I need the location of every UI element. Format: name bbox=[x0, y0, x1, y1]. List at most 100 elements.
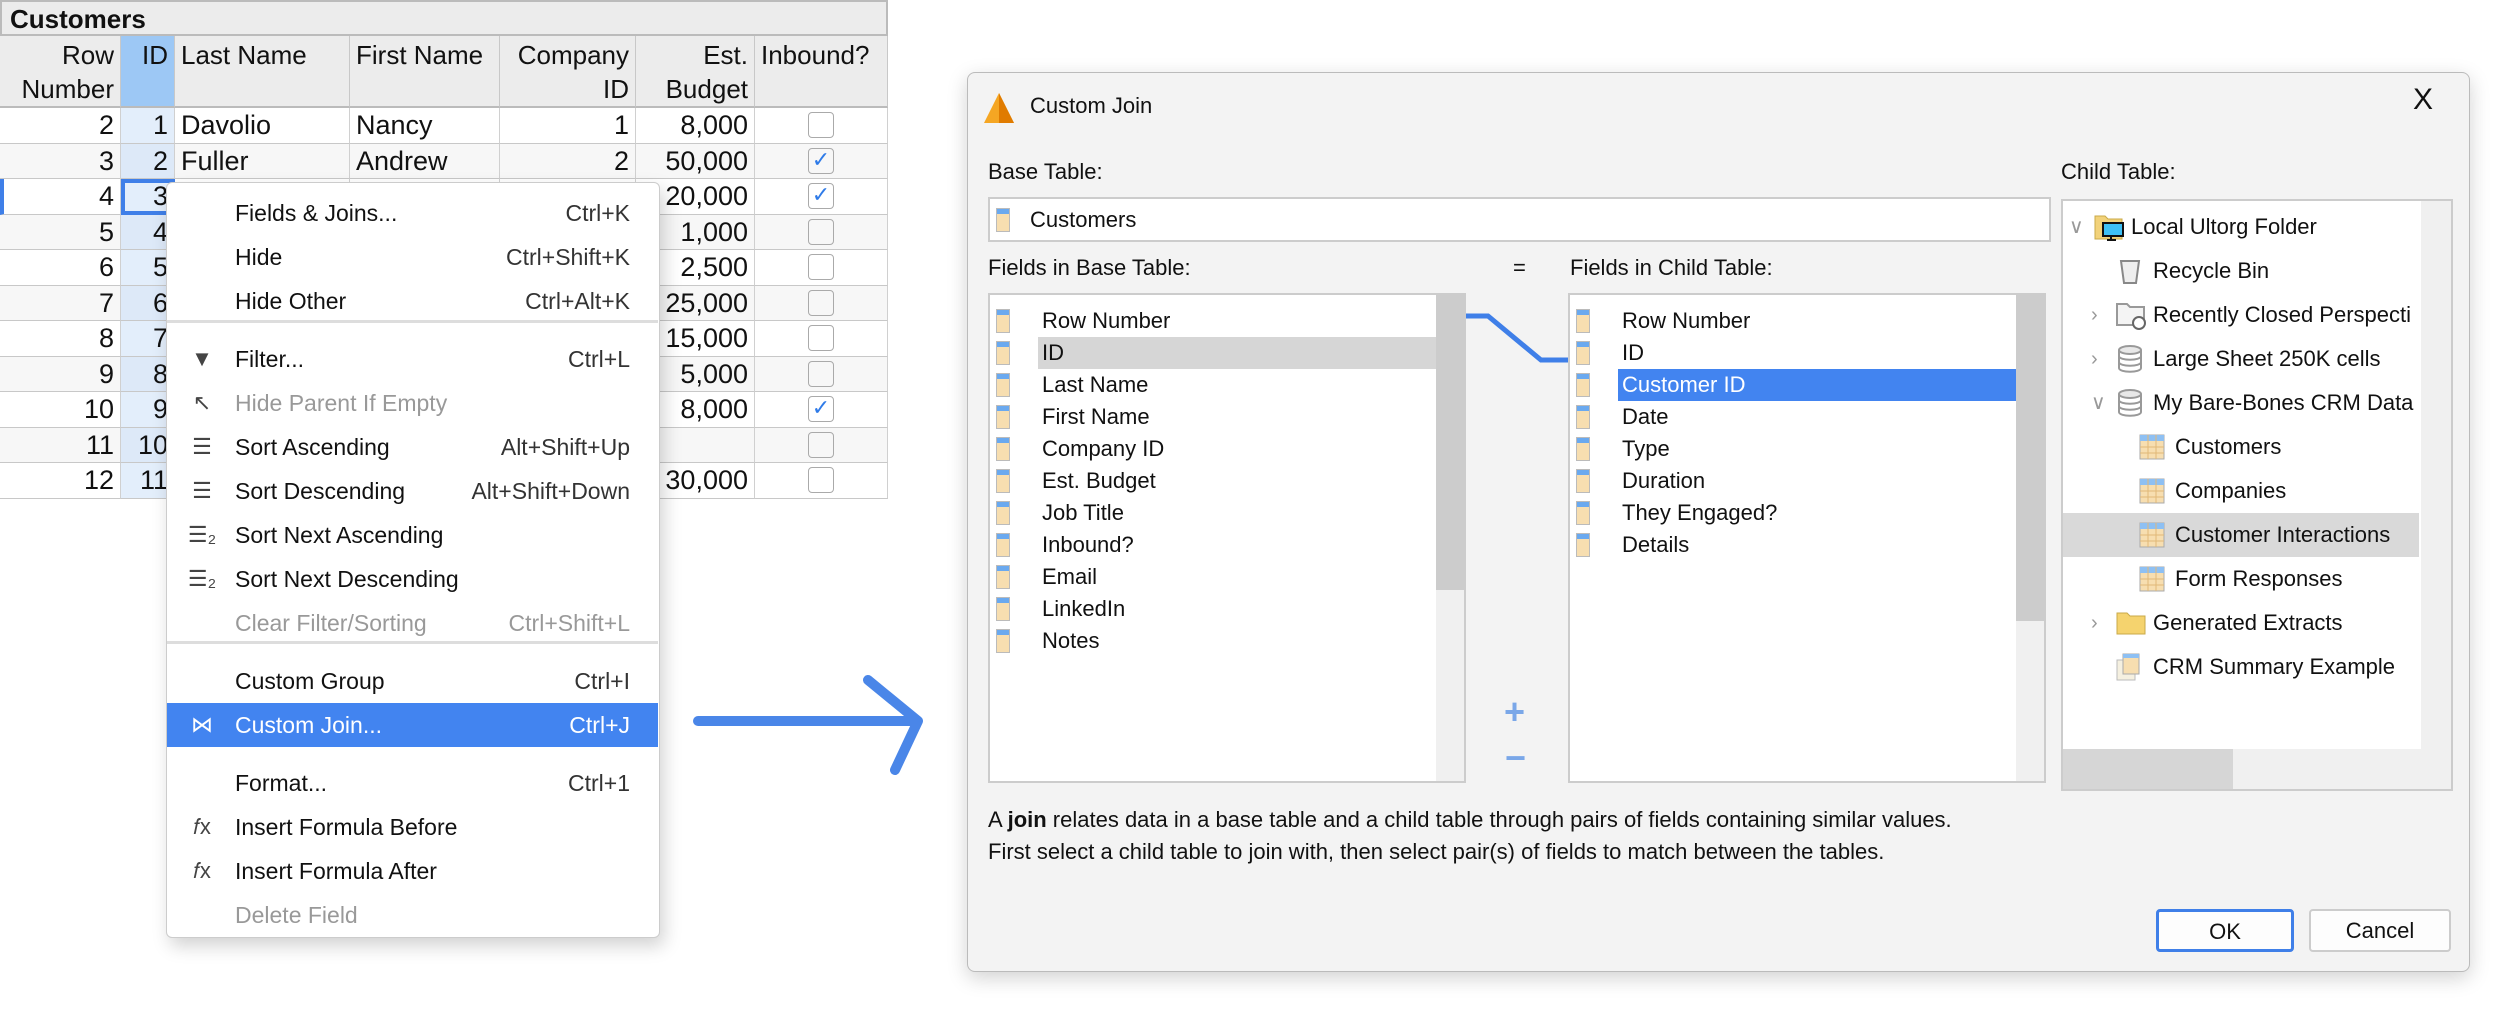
tree-item[interactable]: ∨ Local Ultorg Folder bbox=[2063, 205, 2419, 249]
field-list-item[interactable]: LinkedIn bbox=[990, 593, 1436, 625]
tree-item[interactable]: ∨ My Bare-Bones CRM Data bbox=[2063, 381, 2419, 425]
table-cell[interactable]: 1 bbox=[121, 108, 175, 144]
checkbox[interactable]: ✓ bbox=[808, 396, 834, 422]
menu-item-filter[interactable]: ▼ Filter... Ctrl+L bbox=[167, 337, 658, 381]
table-cell[interactable]: Andrew bbox=[350, 143, 500, 179]
inbound-cell[interactable]: ✓ bbox=[755, 179, 888, 215]
add-pair-button[interactable]: + bbox=[1504, 691, 1525, 733]
table-cell[interactable]: Fuller bbox=[175, 143, 350, 179]
inbound-cell[interactable] bbox=[755, 463, 888, 499]
checkbox[interactable] bbox=[808, 467, 834, 493]
tree-item[interactable]: › Large Sheet 250K cells bbox=[2063, 337, 2419, 381]
scrollbar-track[interactable] bbox=[1436, 295, 1464, 781]
table-cell[interactable]: 11 bbox=[0, 427, 121, 463]
close-button[interactable]: X bbox=[2413, 83, 2433, 117]
horizontal-scrollbar[interactable] bbox=[2063, 749, 2451, 789]
field-list-item[interactable]: Company ID bbox=[990, 433, 1436, 465]
field-list-item[interactable]: Notes bbox=[990, 625, 1436, 657]
table-cell[interactable]: 8,000 bbox=[636, 108, 755, 144]
ok-button[interactable]: OK bbox=[2156, 909, 2294, 952]
checkbox[interactable] bbox=[808, 325, 834, 351]
table-cell[interactable]: 2 bbox=[121, 143, 175, 179]
table-cell[interactable]: 50,000 bbox=[636, 143, 755, 179]
scrollbar-track[interactable] bbox=[2016, 295, 2044, 781]
checkbox[interactable] bbox=[808, 218, 834, 245]
column-header[interactable]: Est. Budget bbox=[636, 36, 755, 108]
column-header[interactable]: Inbound? bbox=[755, 36, 888, 108]
checkbox[interactable] bbox=[808, 289, 834, 316]
menu-item-sort-ascending[interactable]: ☰ Sort Ascending Alt+Shift+Up bbox=[167, 425, 658, 469]
table-cell[interactable]: 7 bbox=[0, 285, 121, 321]
field-list-item[interactable]: Email bbox=[990, 561, 1436, 593]
remove-pair-button[interactable]: − bbox=[1505, 737, 1526, 779]
menu-item-fields-joins[interactable]: Fields & Joins... Ctrl+K bbox=[167, 191, 658, 235]
table-cell[interactable]: 2 bbox=[500, 143, 636, 179]
inbound-cell[interactable] bbox=[755, 321, 888, 357]
checkbox[interactable] bbox=[808, 112, 834, 138]
child-table-tree[interactable]: CRM Summary Example › Generated Extracts Fo… bbox=[2061, 199, 2453, 791]
checkbox[interactable] bbox=[808, 254, 834, 280]
tree-item[interactable]: CRM Summary Example bbox=[2063, 645, 2419, 689]
column-header[interactable]: ID bbox=[121, 36, 175, 108]
inbound-cell[interactable] bbox=[755, 250, 888, 286]
checkbox[interactable]: ✓ bbox=[808, 147, 834, 174]
inbound-cell[interactable] bbox=[755, 214, 888, 250]
table-cell[interactable]: 2 bbox=[0, 108, 121, 144]
table-cell[interactable]: 5 bbox=[0, 214, 121, 250]
field-list-item[interactable]: Type bbox=[1570, 433, 2016, 465]
field-list-item[interactable]: Last Name bbox=[990, 369, 1436, 401]
inbound-cell[interactable] bbox=[755, 285, 888, 321]
menu-item-insert-formula-after[interactable]: 𝑓x Insert Formula After bbox=[167, 849, 658, 893]
table-cell[interactable]: 4 bbox=[0, 179, 121, 215]
table-cell[interactable]: 9 bbox=[0, 356, 121, 392]
column-header[interactable]: Row Number bbox=[0, 36, 121, 108]
table-cell[interactable]: 1 bbox=[500, 108, 636, 144]
chevron-right-icon[interactable]: › bbox=[2091, 293, 2098, 337]
field-list-item[interactable]: Row Number bbox=[1570, 305, 2016, 337]
tree-item[interactable]: › Generated Extracts bbox=[2063, 601, 2419, 645]
table-cell[interactable]: Davolio bbox=[175, 108, 350, 144]
base-fields-list[interactable]: Row Number ID Last Name First Name Company I… bbox=[988, 293, 1466, 783]
field-list-item[interactable]: Inbound? bbox=[990, 529, 1436, 561]
scrollbar-thumb[interactable] bbox=[2063, 749, 2233, 789]
column-header[interactable]: First Name bbox=[350, 36, 500, 108]
column-header[interactable]: Last Name bbox=[175, 36, 350, 108]
menu-item-custom-join[interactable]: ⋈ Custom Join... Ctrl+J bbox=[167, 703, 658, 747]
chevron-down-icon[interactable]: ∨ bbox=[2091, 381, 2106, 425]
inbound-cell[interactable]: ✓ bbox=[755, 392, 888, 428]
chevron-right-icon[interactable]: › bbox=[2091, 337, 2098, 381]
field-list-item[interactable]: Duration bbox=[1570, 465, 2016, 497]
table-cell[interactable]: 12 bbox=[0, 463, 121, 499]
checkbox[interactable] bbox=[808, 360, 834, 387]
field-list-item[interactable]: Details bbox=[1570, 529, 2016, 561]
field-list-item[interactable]: Date bbox=[1570, 401, 2016, 433]
menu-item-insert-formula-before[interactable]: 𝑓x Insert Formula Before bbox=[167, 805, 658, 849]
menu-item-hide-other[interactable]: Hide Other Ctrl+Alt+K bbox=[167, 279, 658, 323]
menu-item-sort-next-ascending[interactable]: ☰₂ Sort Next Ascending bbox=[167, 513, 658, 557]
scrollbar-thumb[interactable] bbox=[2016, 295, 2044, 621]
table-cell[interactable]: 3 bbox=[0, 143, 121, 179]
scrollbar-track[interactable] bbox=[2421, 201, 2451, 789]
menu-item-hide[interactable]: Hide Ctrl+Shift+K bbox=[167, 235, 658, 279]
tree-item[interactable]: › Recently Closed Perspecti bbox=[2063, 293, 2419, 337]
inbound-cell[interactable]: ✓ bbox=[755, 143, 888, 179]
field-list-item[interactable]: First Name bbox=[990, 401, 1436, 433]
tree-item[interactable]: Customer Interactions bbox=[2063, 513, 2419, 557]
field-list-item[interactable]: ID bbox=[990, 337, 1436, 369]
menu-item-custom-group[interactable]: Custom Group Ctrl+I bbox=[167, 659, 658, 703]
table-cell[interactable]: 8 bbox=[0, 321, 121, 357]
column-header[interactable]: Company ID bbox=[500, 36, 636, 108]
chevron-right-icon[interactable]: › bbox=[2091, 601, 2098, 645]
inbound-cell[interactable] bbox=[755, 427, 888, 463]
child-fields-list[interactable]: Row Number ID Customer ID Date Type Duration T… bbox=[1568, 293, 2046, 783]
field-list-item[interactable]: They Engaged? bbox=[1570, 497, 2016, 529]
menu-item-sort-descending[interactable]: ☰ Sort Descending Alt+Shift+Down bbox=[167, 469, 658, 513]
table-cell[interactable]: 6 bbox=[0, 250, 121, 286]
field-list-item[interactable]: ID bbox=[1570, 337, 2016, 369]
field-list-item[interactable]: Row Number bbox=[990, 305, 1436, 337]
tree-item[interactable]: Customers bbox=[2063, 425, 2419, 469]
cancel-button[interactable]: Cancel bbox=[2309, 909, 2451, 952]
field-list-item[interactable]: Customer ID bbox=[1570, 369, 2016, 401]
checkbox[interactable]: ✓ bbox=[808, 183, 834, 209]
inbound-cell[interactable] bbox=[755, 108, 888, 144]
